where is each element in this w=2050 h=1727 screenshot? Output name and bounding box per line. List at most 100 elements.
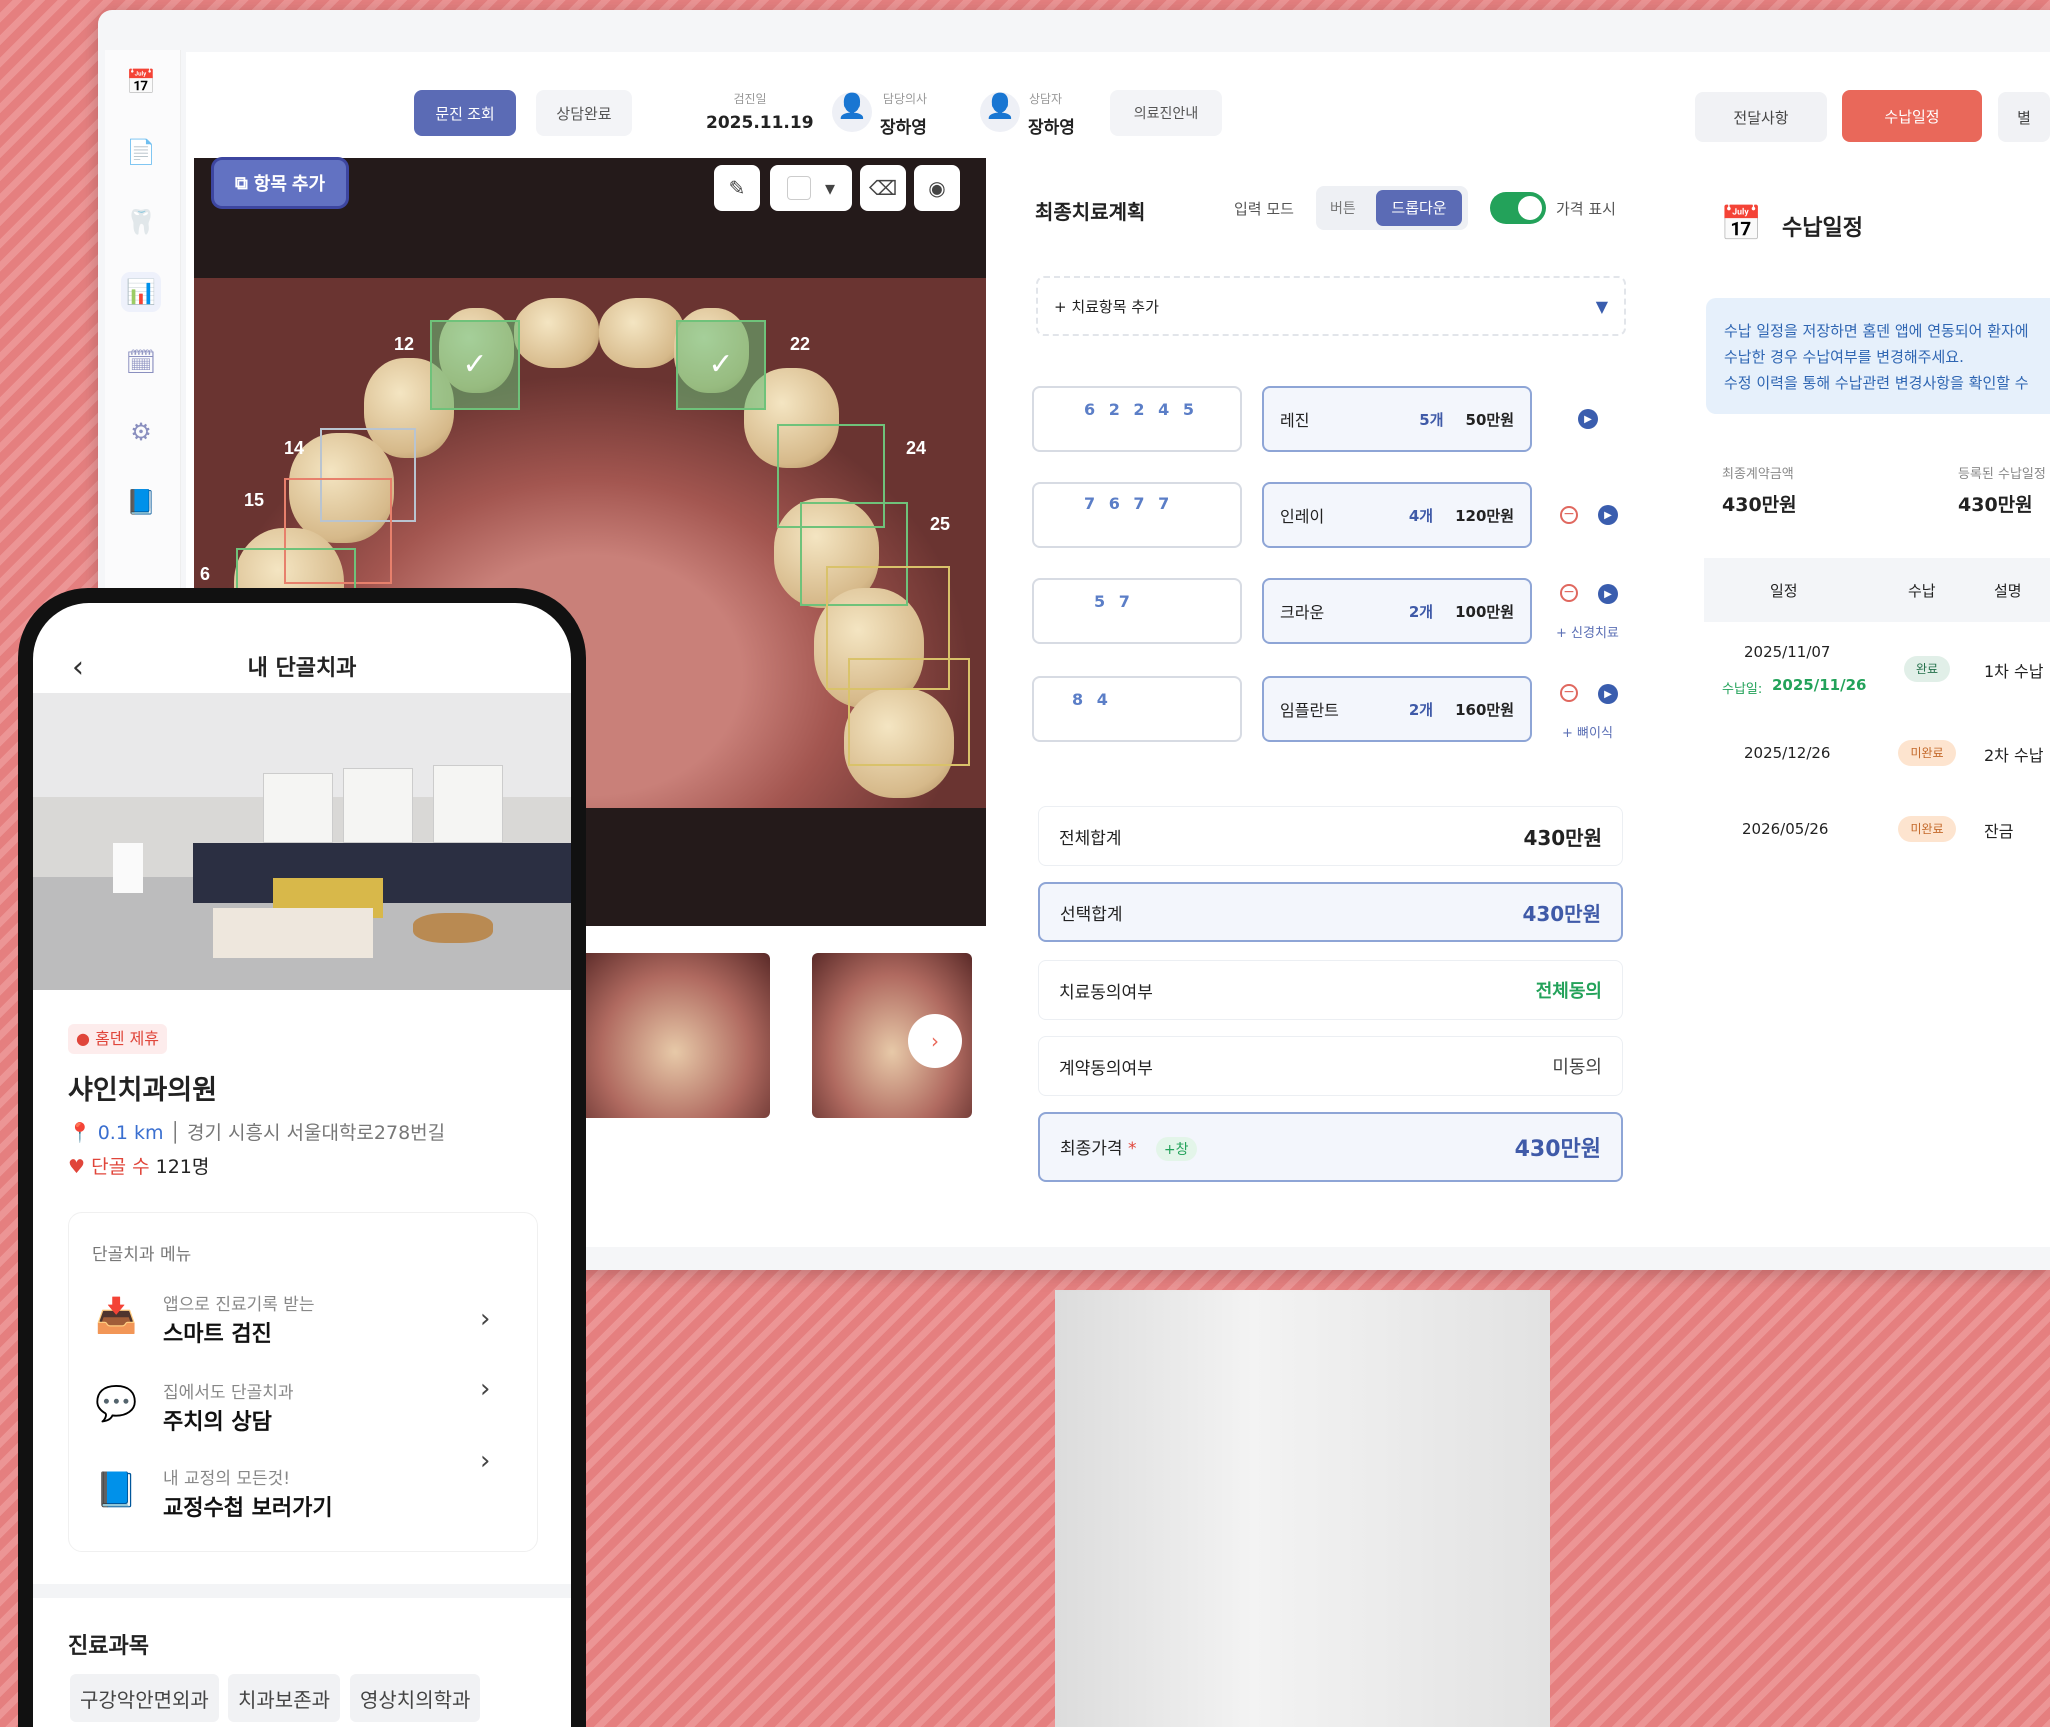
info-button[interactable]: 의료진안내 [1110, 90, 1222, 136]
treatment-price: 100만원 [1455, 602, 1514, 621]
remove-icon[interactable]: − [1560, 584, 1578, 602]
payment-schedule-button[interactable]: 수납일정 [1842, 90, 1982, 142]
teeth-numbers: 8 4 [1072, 690, 1112, 709]
thumbnail-lower-arch[interactable] [580, 953, 770, 1118]
exam-date-label: 검진일 [733, 92, 767, 106]
menu-sub: 집에서도 단골치과 [163, 1383, 294, 1403]
remove-icon[interactable]: − [1560, 506, 1578, 524]
tooth-icon[interactable]: 🦷 [121, 202, 161, 242]
add-treatment-select[interactable]: + 치료항목 추가 ▼ [1036, 276, 1626, 336]
mode-dropdown-option[interactable]: 드롭다운 [1376, 190, 1462, 226]
play-icon[interactable]: ▶ [1598, 505, 1618, 525]
registered-amount: 430만원 [1958, 494, 2033, 516]
partner-badge-label: 홈덴 제휴 [95, 1029, 160, 1048]
paid-date-label: 수납일: [1722, 682, 1763, 697]
monitor-stand [1055, 1290, 1550, 1727]
badge-icon: ● [76, 1029, 90, 1048]
treatment-item[interactable]: 크라운 2개 100만원 [1262, 578, 1532, 644]
fans-count: 121명 [155, 1156, 210, 1178]
chart-icon[interactable]: 📊 [121, 272, 161, 312]
final-price-row[interactable]: 최종가격 * +창 430만원 [1038, 1112, 1623, 1182]
partner-badge: ● 홈덴 제휴 [68, 1024, 168, 1054]
treatment-name: 인레이 [1280, 507, 1325, 526]
play-icon[interactable]: ▶ [1598, 684, 1618, 704]
price-toggle[interactable] [1490, 192, 1546, 224]
play-icon[interactable]: ▶ [1598, 584, 1618, 604]
lookup-button[interactable]: 문진 조회 [414, 90, 516, 136]
mode-button-option[interactable]: 버튼 [1330, 198, 1356, 218]
input-mode-label: 입력 모드 [1234, 200, 1294, 218]
tooth-check-12[interactable]: ✓ [430, 320, 520, 410]
add-item-button[interactable]: ⧉ 항목 추가 [214, 160, 346, 206]
menu-label: 교정수첩 보러가기 [163, 1496, 333, 1521]
play-icon[interactable]: ▶ [1578, 409, 1598, 429]
consent-row[interactable]: 치료동의여부 전체동의 [1038, 960, 1623, 1020]
notice-line: 수정 이력을 통해 수납관련 변경사항을 확인할 수 [1724, 374, 2029, 392]
treatment-price: 120만원 [1455, 506, 1514, 525]
teeth-selector[interactable]: 8 4 [1032, 676, 1242, 742]
schedule-icon[interactable]: 🗓 [121, 342, 161, 382]
calendar-chart-icon[interactable]: 📅 [121, 62, 161, 102]
dept-tag[interactable]: 영상치의학과 [350, 1674, 481, 1722]
payment-title: 수납일정 [1782, 216, 1863, 241]
total-value: 430만원 [1523, 825, 1602, 850]
notice-button[interactable]: 전달사항 [1695, 92, 1827, 142]
menu-sub: 앱으로 진료기록 받는 [163, 1295, 315, 1315]
clinic-location: 📍 0.1 km │ 경기 시흥시 서울대학로278번길 [68, 1122, 446, 1144]
teeth-selector[interactable]: 6 2 2 4 5 [1032, 386, 1242, 452]
treatment-item[interactable]: 임플란트 2개 160만원 [1262, 676, 1532, 742]
exam-date: 2025.11.19 [706, 113, 814, 133]
extra-bone-graft[interactable]: + 뼈이식 [1562, 722, 1613, 741]
dept-tag[interactable]: 구강악안면외과 [70, 1674, 219, 1722]
schedule-date: 2025/11/07 [1744, 643, 1831, 661]
menu-doctor-consult[interactable]: 💬 집에서도 단골치과 주치의 상담 › [95, 1374, 495, 1444]
schedule-date: 2025/12/26 [1744, 744, 1831, 762]
remove-icon[interactable]: − [1560, 684, 1578, 702]
counselor-name: 장하영 [1028, 118, 1075, 138]
menu-smart-exam[interactable]: 📥 앱으로 진료기록 받는 스마트 검진 › [95, 1286, 495, 1356]
contract-row[interactable]: 계약동의여부 미동의 [1038, 1036, 1623, 1096]
more-button[interactable]: 별 [1998, 92, 2050, 142]
selected-row: 선택합계 430만원 [1038, 882, 1623, 942]
next-arrow-icon[interactable]: › [908, 1014, 962, 1068]
treatment-count: 5개 [1419, 410, 1444, 429]
address: 경기 시흥시 서울대학로278번길 [187, 1122, 446, 1144]
dept-title: 진료과목 [68, 1634, 149, 1659]
adjust-badge[interactable]: +창 [1155, 1136, 1197, 1161]
doctor-name: 장하영 [880, 118, 927, 138]
notebook-icon: 📘 [95, 1470, 138, 1510]
book-icon[interactable]: 📘 [121, 482, 161, 522]
chat-icon: 💬 [95, 1384, 138, 1424]
consult-done-button[interactable]: 상담완료 [536, 90, 632, 136]
dept-tag[interactable]: 치과보존과 [228, 1674, 340, 1722]
tooth-check-22[interactable]: ✓ [676, 320, 766, 410]
menu-title: 단골치과 메뉴 [92, 1245, 192, 1265]
treatment-count: 4개 [1408, 506, 1434, 525]
menu-sub: 내 교정의 모든것! [163, 1469, 291, 1489]
eraser-icon[interactable]: ⌫ [860, 165, 906, 211]
contract-amount-label: 최종계약금액 [1722, 467, 1794, 482]
schedule-date: 2026/05/26 [1742, 820, 1829, 838]
tooth-number: 12 [394, 334, 415, 354]
eye-icon[interactable]: ◉ [914, 165, 960, 211]
sidebar: 📅 📄 🦷 📊 🗓 ⚙ 📘 [105, 50, 181, 590]
color-select[interactable]: ▾ [770, 165, 852, 211]
treatment-item[interactable]: 레진 5개 50만원 [1262, 386, 1532, 452]
tooth-number: 22 [790, 334, 811, 354]
tooth-number: 24 [906, 438, 927, 458]
phone-title: 내 단골치과 [247, 656, 357, 681]
pen-icon[interactable]: ✎ [714, 165, 760, 211]
extra-nerve-treatment[interactable]: + 신경치료 [1556, 622, 1619, 641]
counselor-avatar: 👤 [980, 92, 1020, 132]
teeth-selector[interactable]: 7 6 7 7 [1032, 482, 1242, 548]
document-icon[interactable]: 📄 [121, 132, 161, 172]
contract-amount: 430만원 [1722, 494, 1797, 516]
teeth-selector[interactable]: 5 7 [1032, 578, 1242, 644]
clinic-name: 샤인치과의원 [68, 1075, 218, 1106]
treatment-count: 2개 [1408, 700, 1434, 719]
treatment-item[interactable]: 인레이 4개 120만원 [1262, 482, 1532, 548]
treatment-price: 50만원 [1465, 410, 1514, 429]
tooth-box-27[interactable] [848, 658, 970, 766]
gear-icon[interactable]: ⚙ [121, 412, 161, 452]
menu-ortho-notebook[interactable]: 📘 내 교정의 모든것! 교정수첩 보러가기 › [95, 1446, 495, 1530]
